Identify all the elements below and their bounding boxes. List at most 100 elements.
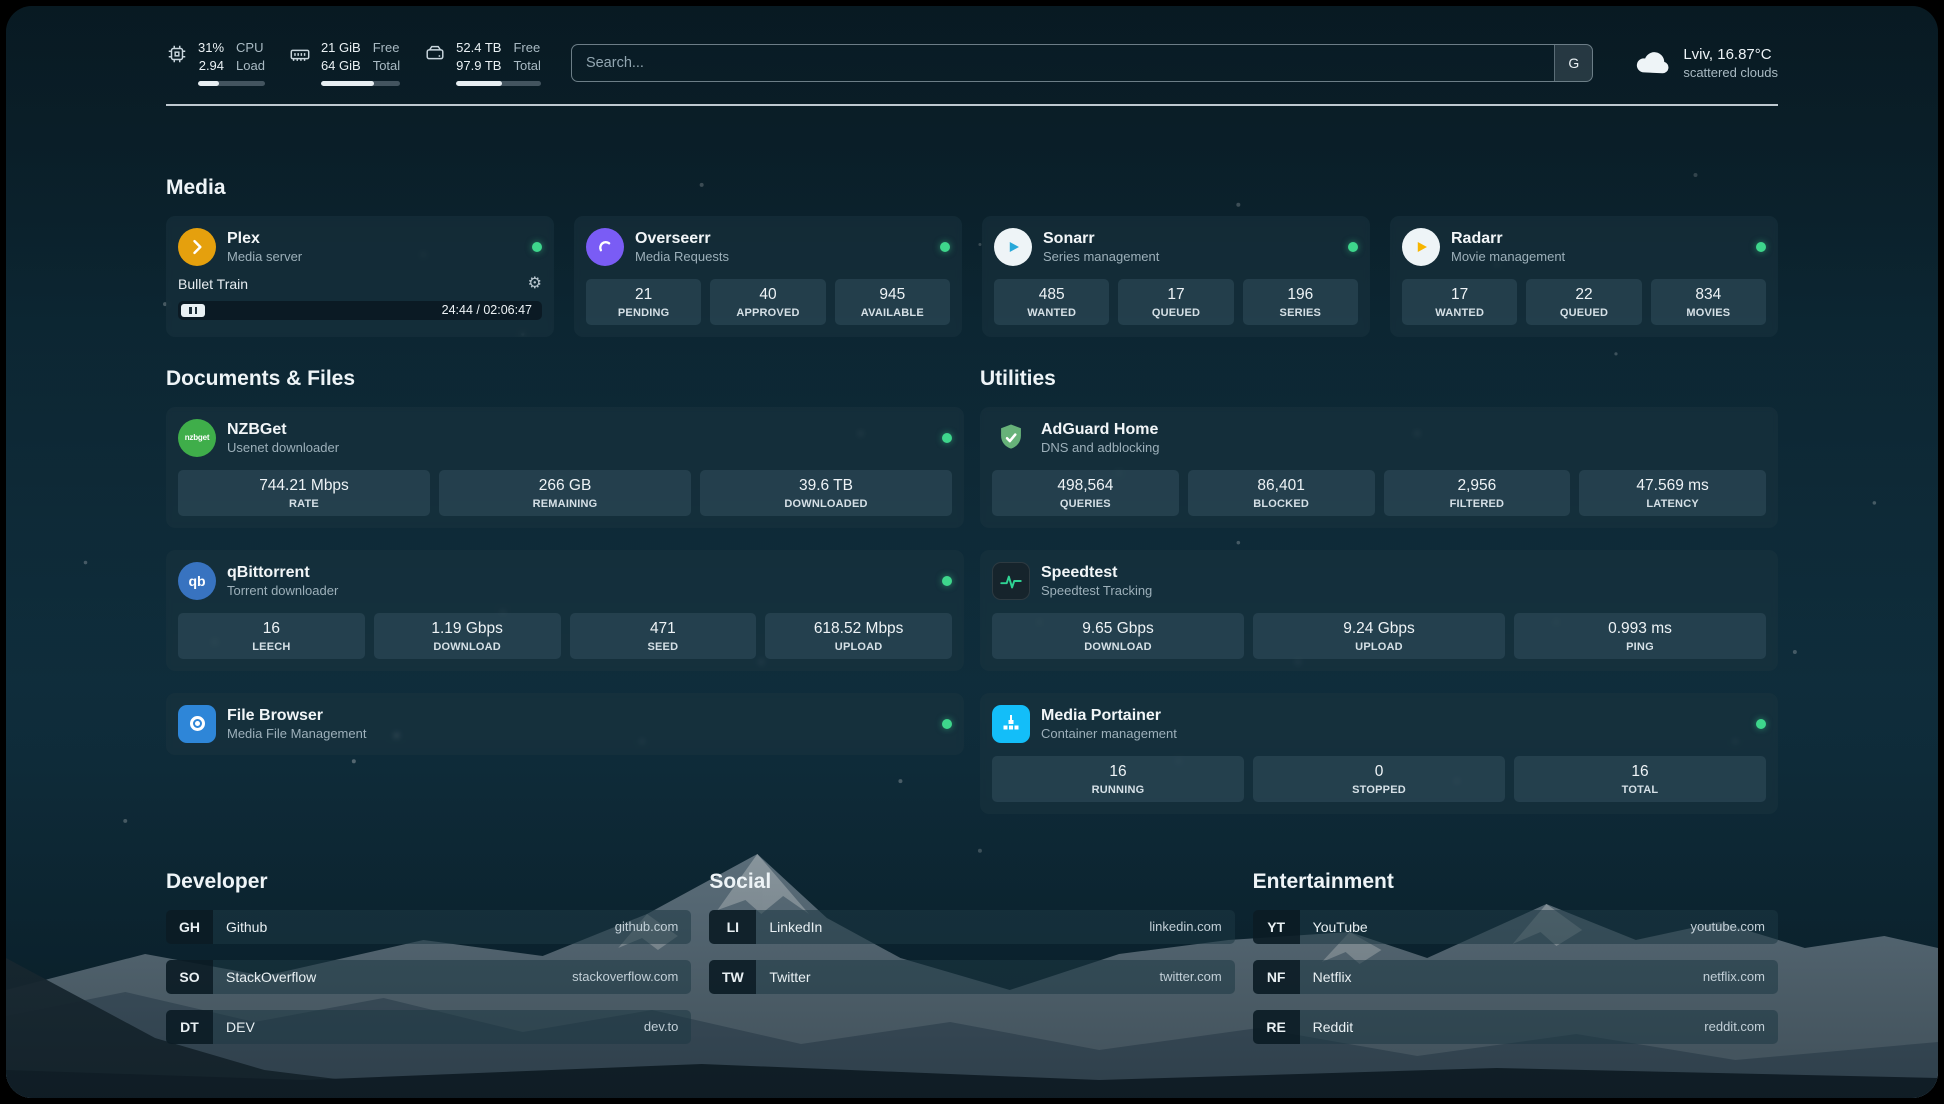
disk-progress-fill <box>456 81 502 86</box>
stat-label: SERIES <box>1247 307 1354 319</box>
media-section: Media Plex Media server <box>166 176 1778 337</box>
stat-label: REMAINING <box>443 498 687 510</box>
filebrowser-link[interactable]: File Browser Media File Management <box>178 705 952 743</box>
memory-total: 64 GiB <box>321 58 361 75</box>
stat-value: 266 GB <box>443 477 687 495</box>
bookmark-abbr: GH <box>166 910 213 944</box>
service-subtitle: Media Requests <box>635 249 729 264</box>
speedtest-link[interactable]: Speedtest Speedtest Tracking <box>992 562 1766 600</box>
stat-label: UPLOAD <box>769 641 948 653</box>
bookmark-name: Github <box>226 919 267 935</box>
stat-label: RUNNING <box>996 784 1240 796</box>
service-subtitle: Usenet downloader <box>227 440 339 455</box>
bookmark-name: StackOverflow <box>226 969 316 985</box>
status-dot <box>940 242 950 252</box>
bookmarks-social-title: Social <box>709 870 1234 894</box>
bookmark-url: dev.to <box>644 1019 678 1034</box>
filebrowser-icon <box>178 705 216 743</box>
bookmark-twitter[interactable]: TW Twitter twitter.com <box>709 960 1234 994</box>
stat-value: 9.24 Gbps <box>1257 620 1501 638</box>
service-name: qBittorrent <box>227 563 338 582</box>
bookmark-abbr: LI <box>709 910 756 944</box>
bookmarks-developer-title: Developer <box>166 870 691 894</box>
memory-total-label: Total <box>373 58 400 75</box>
plex-progress-bar[interactable]: 24:44 / 02:06:47 <box>178 301 542 320</box>
bookmark-abbr: RE <box>1253 1010 1300 1044</box>
cpu-load: 2.94 <box>198 58 224 75</box>
overseerr-link[interactable]: Overseerr Media Requests <box>586 228 950 266</box>
status-dot <box>942 576 952 586</box>
bookmark-netflix[interactable]: NF Netflix netflix.com <box>1253 960 1778 994</box>
stat-value: 0 <box>1257 763 1501 781</box>
service-subtitle: Torrent downloader <box>227 583 338 598</box>
cpu-icon <box>166 43 188 65</box>
sonarr-card: Sonarr Series management 485 WANTED 17 Q… <box>982 216 1370 337</box>
bookmarks: Developer GH Github github.com SO StackO… <box>166 870 1778 1084</box>
service-name: Speedtest <box>1041 563 1152 582</box>
bookmark-name: Netflix <box>1313 969 1352 985</box>
status-dot <box>942 433 952 443</box>
nzbget-link[interactable]: nzbget NZBGet Usenet downloader <box>178 419 952 457</box>
bookmark-dev[interactable]: DT DEV dev.to <box>166 1010 691 1044</box>
bookmark-stackoverflow[interactable]: SO StackOverflow stackoverflow.com <box>166 960 691 994</box>
disk-total: 97.9 TB <box>456 58 501 75</box>
disk-progress-bar <box>456 81 541 86</box>
now-playing-title: Bullet Train <box>178 276 248 292</box>
stat-label: APPROVED <box>714 307 821 319</box>
cpu-label: CPU <box>236 40 265 57</box>
disk-total-label: Total <box>513 58 540 75</box>
stat-value: 471 <box>574 620 753 638</box>
bookmark-youtube[interactable]: YT YouTube youtube.com <box>1253 910 1778 944</box>
disk-icon <box>424 43 446 65</box>
cloud-icon <box>1633 49 1671 77</box>
stat-remaining: 266 GB REMAINING <box>439 470 691 516</box>
stat-value: 1.19 Gbps <box>378 620 557 638</box>
stat-value: 196 <box>1247 286 1354 304</box>
radarr-card: Radarr Movie management 17 WANTED 22 QUE… <box>1390 216 1778 337</box>
nzbget-icon: nzbget <box>178 419 216 457</box>
bookmark-github[interactable]: GH Github github.com <box>166 910 691 944</box>
stat-value: 16 <box>182 620 361 638</box>
stat-upload: 9.24 Gbps UPLOAD <box>1253 613 1505 659</box>
stat-label: UPLOAD <box>1257 641 1501 653</box>
portainer-link[interactable]: Media Portainer Container management <box>992 705 1766 743</box>
status-dot <box>1756 719 1766 729</box>
status-dot <box>532 242 542 252</box>
bookmark-url: twitter.com <box>1160 969 1222 984</box>
utilities-section: Utilities AdGuard Home <box>980 367 1778 814</box>
sonarr-link[interactable]: Sonarr Series management <box>994 228 1358 266</box>
memory-progress-bar <box>321 81 400 86</box>
plex-card: Plex Media server Bullet Train ⚙ 24:44 <box>166 216 554 337</box>
bookmark-name: Twitter <box>769 969 810 985</box>
service-subtitle: Container management <box>1041 726 1177 741</box>
plex-link[interactable]: Plex Media server <box>178 228 542 266</box>
bookmark-name: YouTube <box>1313 919 1368 935</box>
adguard-link[interactable]: AdGuard Home DNS and adblocking <box>992 419 1766 457</box>
stat-wanted: 485 WANTED <box>994 279 1109 325</box>
bookmark-name: Reddit <box>1313 1019 1353 1035</box>
qbittorrent-link[interactable]: qb qBittorrent Torrent downloader <box>178 562 952 600</box>
service-name: Plex <box>227 229 302 248</box>
stat-value: 9.65 Gbps <box>996 620 1240 638</box>
stat-value: 0.993 ms <box>1518 620 1762 638</box>
service-subtitle: DNS and adblocking <box>1041 440 1160 455</box>
bookmarks-entertainment: Entertainment YT YouTube youtube.com NF … <box>1253 870 1778 1044</box>
bookmark-reddit[interactable]: RE Reddit reddit.com <box>1253 1010 1778 1044</box>
disk-free: 52.4 TB <box>456 40 501 57</box>
service-name: Radarr <box>1451 229 1565 248</box>
stat-label: LEECH <box>182 641 361 653</box>
pause-button[interactable] <box>181 304 205 317</box>
radarr-link[interactable]: Radarr Movie management <box>1402 228 1766 266</box>
bookmark-linkedin[interactable]: LI LinkedIn linkedin.com <box>709 910 1234 944</box>
sonarr-icon <box>994 228 1032 266</box>
search-bar: G <box>571 44 1593 82</box>
stat-leech: 16 LEECH <box>178 613 365 659</box>
dashboard-screen: 31% CPU 2.94 Load 21 <box>6 6 1938 1098</box>
settings-gear-icon[interactable]: ⚙ <box>528 276 542 292</box>
stat-label: STOPPED <box>1257 784 1501 796</box>
stat-series: 196 SERIES <box>1243 279 1358 325</box>
service-name: Sonarr <box>1043 229 1159 248</box>
search-input[interactable] <box>572 45 1554 81</box>
search-provider-button[interactable]: G <box>1554 45 1592 81</box>
bookmark-abbr: SO <box>166 960 213 994</box>
